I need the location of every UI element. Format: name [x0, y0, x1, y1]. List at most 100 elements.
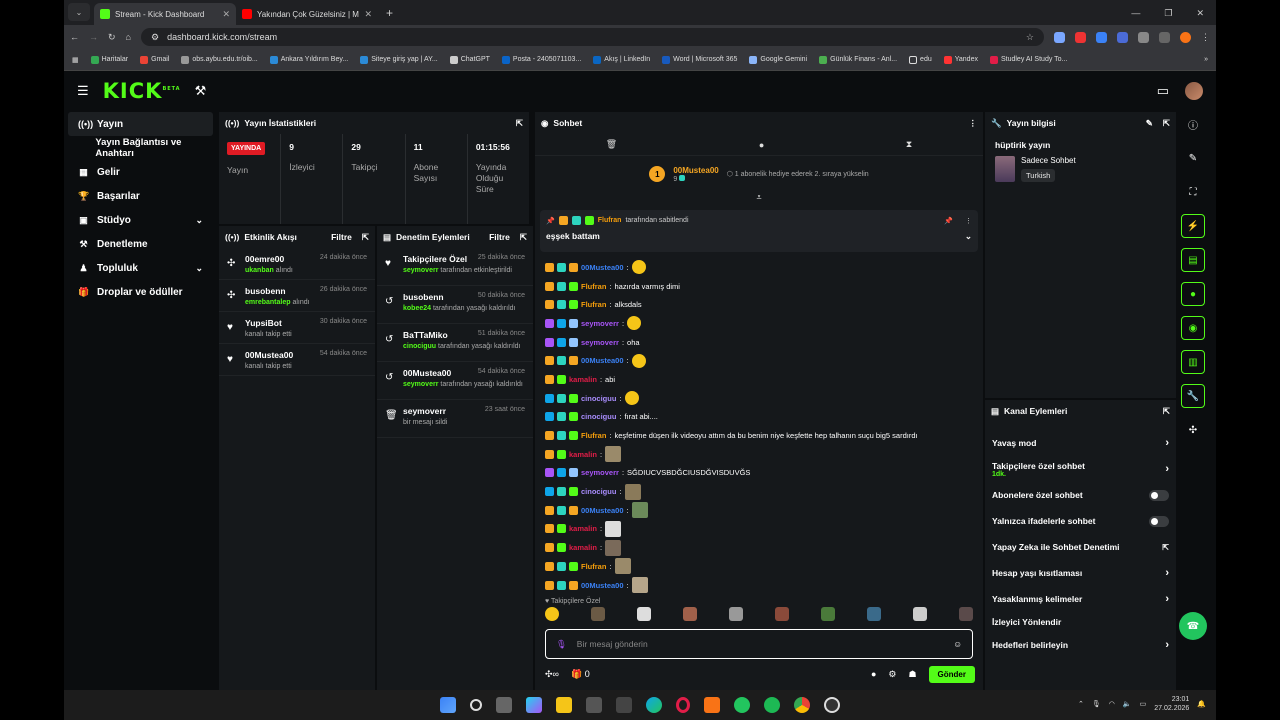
- fullscreen-icon[interactable]: ⛶: [1181, 180, 1205, 204]
- start-icon[interactable]: [440, 697, 456, 713]
- kick-logo[interactable]: KICKBETA: [103, 79, 181, 103]
- goals-action[interactable]: Hedefleri belirleyin ›: [985, 632, 1176, 658]
- popout-icon[interactable]: ⇱: [1163, 118, 1170, 129]
- shield-extension-icon[interactable]: [1054, 31, 1065, 43]
- emote[interactable]: [821, 607, 835, 622]
- hamburger-menu-icon[interactable]: ☰: [77, 83, 89, 99]
- subscribers-only-toggle[interactable]: [1149, 489, 1169, 501]
- chat-username[interactable]: 00Mustea00: [581, 506, 624, 515]
- ai-moderation-action[interactable]: Yapay Zeka ile Sohbet Denetimi ⇱: [985, 534, 1176, 560]
- bookmark-item[interactable]: ChatGPT: [449, 55, 490, 64]
- close-tab-icon[interactable]: ✕: [364, 9, 372, 20]
- bookmark-item[interactable]: Google Gemini: [749, 55, 807, 64]
- battery-icon[interactable]: ▭: [1140, 700, 1147, 708]
- emote[interactable]: [545, 607, 559, 622]
- chat-username[interactable]: Flufran: [581, 300, 606, 309]
- sidebar-item-gelir[interactable]: ▦ Gelir: [68, 160, 213, 184]
- bookmark-star-icon[interactable]: ☆: [1026, 32, 1034, 43]
- chat-username[interactable]: seymoverr: [581, 319, 619, 328]
- chat-username[interactable]: kamalin: [569, 450, 597, 459]
- emote[interactable]: [637, 607, 651, 622]
- bookmark-item[interactable]: obs.aybu.edu.tr/oib...: [181, 55, 258, 64]
- chat-username[interactable]: Flufran: [581, 562, 606, 571]
- chat-bubble-icon[interactable]: ●: [1181, 282, 1205, 306]
- sidebar-item-studyo[interactable]: ▣ Stüdyo ⌄: [68, 208, 213, 232]
- site-info-icon[interactable]: ⚙: [151, 32, 159, 43]
- broadcast-icon[interactable]: ◉: [1181, 316, 1205, 340]
- sidebar-item-topluluk[interactable]: ♟ Topluluk ⌄: [68, 256, 213, 280]
- chat-username[interactable]: 00Mustea00: [581, 263, 624, 272]
- whatsapp-icon[interactable]: [734, 697, 750, 713]
- emote[interactable]: [867, 607, 881, 622]
- chat-settings-icon[interactable]: ●: [871, 669, 876, 679]
- file-explorer-icon[interactable]: [556, 697, 572, 713]
- tools-icon[interactable]: ⚒: [195, 83, 207, 99]
- profile-icon[interactable]: [1180, 31, 1191, 43]
- chat-bubble-icon[interactable]: ●: [759, 140, 764, 150]
- edit-icon[interactable]: ✎: [1146, 118, 1153, 129]
- account-age-action[interactable]: Hesap yaşı kısıtlaması ›: [985, 560, 1176, 586]
- community-icon[interactable]: ✣: [1181, 418, 1205, 442]
- home-icon[interactable]: ⌂: [126, 32, 131, 42]
- chevron-down-icon[interactable]: ⌄: [965, 231, 972, 242]
- gift-box-icon[interactable]: 🎁 0: [571, 669, 590, 680]
- emote[interactable]: [959, 607, 973, 622]
- emote-only-toggle[interactable]: [1149, 515, 1169, 527]
- task-view-icon[interactable]: [496, 697, 512, 713]
- gear-icon[interactable]: ⚙: [888, 669, 896, 680]
- clear-chat-icon[interactable]: 🗑: [606, 139, 617, 150]
- bookmark-item[interactable]: Posta - 2405071103...: [501, 55, 581, 64]
- back-icon[interactable]: ←: [70, 32, 79, 42]
- edge-icon[interactable]: [646, 697, 662, 713]
- reload-icon[interactable]: ↻: [108, 32, 116, 43]
- bookmark-item[interactable]: Haritalar: [90, 55, 128, 64]
- raid-action[interactable]: İzleyici Yönlendir: [985, 612, 1176, 632]
- maximize-icon[interactable]: ❐: [1164, 8, 1172, 19]
- chat-username[interactable]: kamalin: [569, 543, 597, 552]
- clock[interactable]: 23:01 27.02.2026: [1154, 695, 1189, 713]
- audio-extension-icon[interactable]: [1096, 31, 1107, 43]
- bookmark-item[interactable]: Siteye giriş yap | AY...: [360, 55, 438, 64]
- close-window-icon[interactable]: ✕: [1196, 8, 1204, 19]
- popout-icon[interactable]: ⇱: [1163, 406, 1170, 417]
- collapse-icon[interactable]: ⩡: [535, 192, 983, 204]
- bookmark-item[interactable]: Ankara Yıldırım Bey...: [269, 55, 348, 64]
- bookmark-folder[interactable]: edu: [909, 55, 932, 64]
- minimize-icon[interactable]: —: [1131, 8, 1140, 19]
- chat-username[interactable]: cinociguu: [581, 412, 616, 421]
- download-icon[interactable]: [1159, 31, 1170, 43]
- sidebar-item-denetleme[interactable]: ⚒ Denetleme: [68, 232, 213, 256]
- close-tab-icon[interactable]: ✕: [222, 9, 230, 20]
- sidebar-item-droplar[interactable]: 🎁 Droplar ve ödüller: [68, 280, 213, 304]
- search-icon[interactable]: [470, 699, 482, 711]
- new-tab-button[interactable]: +: [378, 6, 401, 25]
- sidebar-item-basarilar[interactable]: 🏆 Başarılar: [68, 184, 213, 208]
- banned-words-action[interactable]: Yasaklanmış kelimeler ›: [985, 586, 1176, 612]
- emote[interactable]: [591, 607, 605, 622]
- followers-only-action[interactable]: Takipçilere özel sohbet 1dk. ›: [985, 456, 1176, 482]
- volume-icon[interactable]: 🔈: [1123, 700, 1132, 708]
- vpn-extension-icon[interactable]: [1117, 31, 1128, 43]
- filter-button[interactable]: Filtre: [331, 232, 352, 243]
- popout-icon[interactable]: ⇱: [520, 232, 527, 243]
- avatar[interactable]: [1185, 82, 1203, 100]
- apps-grid-icon[interactable]: ▦: [72, 56, 79, 64]
- wifi-icon[interactable]: ◠: [1109, 700, 1115, 708]
- more-bookmarks-icon[interactable]: »: [1204, 56, 1208, 63]
- copilot-icon[interactable]: [526, 697, 542, 713]
- mic-icon[interactable]: 🎙: [1092, 700, 1101, 708]
- help-chat-icon[interactable]: ☎: [1179, 612, 1207, 640]
- clipboard-icon[interactable]: ▥: [1181, 350, 1205, 374]
- info-icon[interactable]: ⓘ: [1181, 112, 1205, 136]
- send-button[interactable]: Gönder: [928, 665, 975, 683]
- chat-username[interactable]: seymoverr: [581, 468, 619, 477]
- hourglass-icon[interactable]: ⧗: [906, 139, 912, 150]
- notification-icon[interactable]: 🔔: [1197, 700, 1206, 708]
- emote[interactable]: [683, 607, 697, 622]
- chat-username[interactable]: Flufran: [581, 282, 606, 291]
- bookmark-item[interactable]: Word | Microsoft 365: [662, 55, 737, 64]
- chrome-icon[interactable]: [794, 697, 810, 713]
- pencil-icon[interactable]: ✎: [1181, 146, 1205, 170]
- forward-icon[interactable]: →: [89, 32, 98, 42]
- bookmark-item[interactable]: Akış | LinkedIn: [593, 55, 650, 64]
